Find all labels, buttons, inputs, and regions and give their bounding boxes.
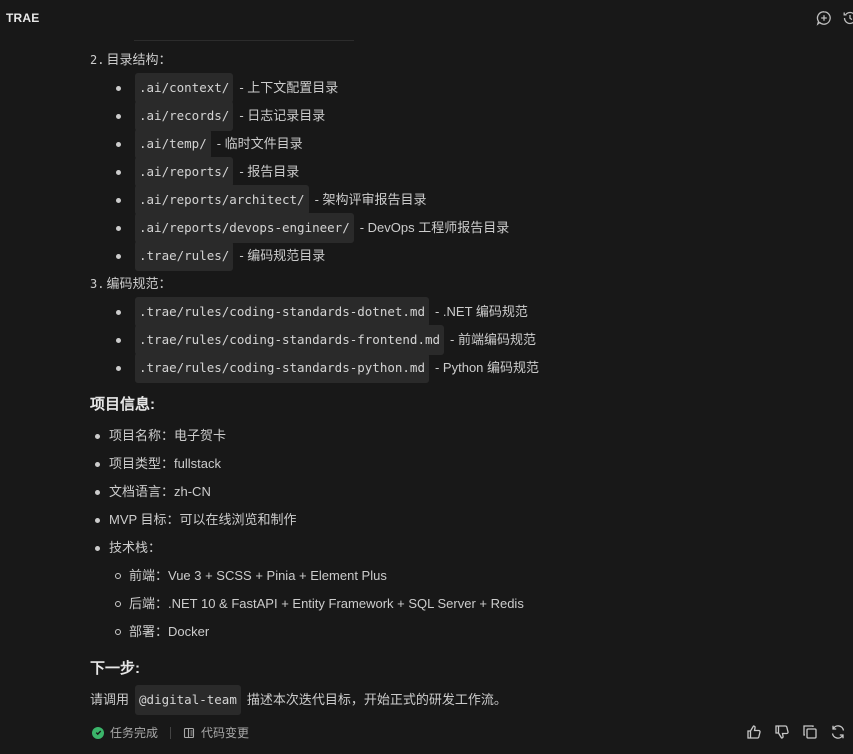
item-text: 项目名称：电子贺卡 <box>109 428 227 443</box>
list-item: 项目名称：电子贺卡 <box>95 422 226 450</box>
inline-code: .ai/records/ <box>135 101 234 131</box>
history-icon[interactable] <box>841 9 853 27</box>
code-changes-icon[interactable] <box>183 727 195 739</box>
app-title: TRAE <box>6 11 40 25</box>
copy-icon[interactable] <box>801 723 819 741</box>
list-item: .ai/reports/ - 报告目录 <box>116 157 300 187</box>
item-desc: - DevOps 工程师报告目录 <box>359 220 510 235</box>
divider <box>134 40 354 41</box>
section-heading-project: 项目信息: <box>90 396 155 413</box>
inline-code: .trae/rules/ <box>135 241 234 271</box>
list-item: .ai/records/ - 日志记录目录 <box>116 101 326 131</box>
ordered-item-codes: 3. 编码规范： <box>90 270 171 298</box>
list-item: .trae/rules/coding-standards-frontend.md… <box>116 325 536 355</box>
bullet-icon <box>95 433 100 439</box>
inline-code: .ai/reports/ <box>135 157 234 187</box>
bullet-icon <box>95 545 100 551</box>
inline-code: .ai/reports/architect/ <box>135 185 309 215</box>
bullet-icon <box>116 337 121 343</box>
bullet-icon <box>116 169 121 175</box>
bullet-icon <box>95 517 100 523</box>
message-actions <box>745 723 847 741</box>
task-status: 任务完成 代码变更 <box>92 724 249 741</box>
item-text: 文档语言：zh-CN <box>109 484 211 499</box>
list-number: 3. <box>90 277 105 291</box>
bullet-icon <box>116 365 121 371</box>
list-item: MVP 目标：可以在线浏览和制作 <box>95 506 297 534</box>
item-text: 前端：Vue 3 + SCSS + Pinia + Element Plus <box>129 568 387 583</box>
list-item: 文档语言：zh-CN <box>95 478 211 506</box>
thumbs-down-icon[interactable] <box>773 723 791 741</box>
item-desc: - 上下文配置目录 <box>239 80 339 95</box>
item-desc: - 编码规范目录 <box>239 248 326 263</box>
item-desc: - 日志记录目录 <box>239 108 326 123</box>
inline-code: .trae/rules/coding-standards-python.md <box>135 353 429 383</box>
thumbs-up-icon[interactable] <box>745 723 763 741</box>
bullet-icon <box>116 253 121 259</box>
item-desc: - 前端编码规范 <box>450 332 536 347</box>
item-desc: - 报告目录 <box>239 164 300 179</box>
list-number: 2. <box>90 53 105 67</box>
bullet-icon <box>116 309 121 315</box>
list-item: 项目类型：fullstack <box>95 450 221 478</box>
circle-bullet-icon <box>115 573 121 579</box>
next-step-paragraph: 请调用 @digital-team 描述本次迭代目标，开始正式的研发工作流。 <box>90 685 507 715</box>
list-heading: 编码规范： <box>106 276 172 291</box>
list-item: .ai/reports/devops-engineer/ - DevOps 工程师… <box>116 213 510 243</box>
code-changes-link[interactable]: 代码变更 <box>201 724 249 741</box>
bullet-icon <box>95 461 100 467</box>
bullet-icon <box>116 113 121 119</box>
item-text: MVP 目标：可以在线浏览和制作 <box>109 512 297 527</box>
list-heading: 目录结构： <box>106 52 172 67</box>
bullet-icon <box>116 225 121 231</box>
inline-code: .ai/temp/ <box>135 129 211 159</box>
inline-code: .ai/reports/devops-engineer/ <box>135 213 354 243</box>
bullet-icon <box>95 489 100 495</box>
item-desc: - 临时文件目录 <box>216 136 303 151</box>
bullet-icon <box>116 197 121 203</box>
refresh-icon[interactable] <box>829 723 847 741</box>
top-bar: TRAE <box>0 0 853 36</box>
chat-plus-icon[interactable] <box>815 9 833 27</box>
para-text: 描述本次迭代目标，开始正式的研发工作流。 <box>246 692 507 707</box>
divider <box>170 726 172 739</box>
check-circle-icon <box>92 726 104 739</box>
item-desc: - 架构评审报告目录 <box>314 192 427 207</box>
list-item: .ai/reports/architect/ - 架构评审报告目录 <box>116 185 427 215</box>
list-item: .trae/rules/coding-standards-dotnet.md - … <box>116 297 528 327</box>
sub-list-item: 前端：Vue 3 + SCSS + Pinia + Element Plus <box>115 562 387 590</box>
inline-code: .ai/context/ <box>135 73 234 103</box>
mention-code: @digital-team <box>135 685 241 715</box>
list-item: .ai/context/ - 上下文配置目录 <box>116 73 339 103</box>
inline-code: .trae/rules/coding-standards-dotnet.md <box>135 297 429 327</box>
list-item: .ai/temp/ - 临时文件目录 <box>116 129 303 159</box>
item-text: 技术栈： <box>109 540 162 555</box>
circle-bullet-icon <box>115 601 121 607</box>
circle-bullet-icon <box>115 629 121 635</box>
bullet-icon <box>116 141 121 147</box>
item-text: 后端：.NET 10 & FastAPI + Entity Framework … <box>129 596 524 611</box>
section-heading-next: 下一步: <box>90 660 140 677</box>
list-item: .trae/rules/coding-standards-python.md - … <box>116 353 540 383</box>
item-text: 项目类型：fullstack <box>109 456 221 471</box>
item-desc: - .NET 编码规范 <box>434 304 528 319</box>
status-label: 任务完成 <box>110 726 159 740</box>
header-actions <box>815 9 853 27</box>
bullet-icon <box>116 85 121 91</box>
ordered-item-dirs: 2. 目录结构： <box>90 46 171 74</box>
sub-list-item: 后端：.NET 10 & FastAPI + Entity Framework … <box>115 590 524 618</box>
list-item: 技术栈： <box>95 534 161 562</box>
item-desc: - Python 编码规范 <box>434 360 540 375</box>
message-footer: 任务完成 代码变更 <box>0 720 853 744</box>
item-text: 部署：Docker <box>129 624 210 639</box>
inline-code: .trae/rules/coding-standards-frontend.md <box>135 325 445 355</box>
para-text: 请调用 <box>90 692 130 707</box>
sub-list-item: 部署：Docker <box>115 618 209 646</box>
list-item: .trae/rules/ - 编码规范目录 <box>116 241 326 271</box>
